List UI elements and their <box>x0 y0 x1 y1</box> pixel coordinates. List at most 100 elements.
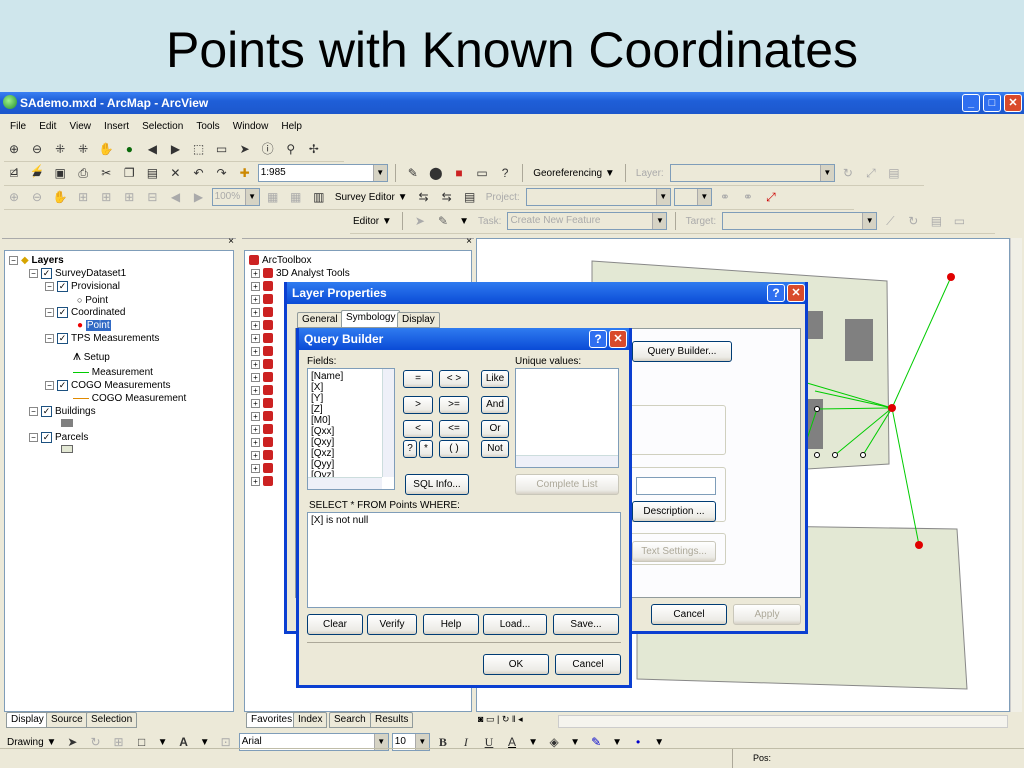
expand-icon[interactable]: + <box>251 346 260 356</box>
split-tool-icon[interactable]: ⟋ <box>882 213 898 229</box>
drawing-menu[interactable]: Drawing ▼ <box>7 737 56 748</box>
visibility-checkbox[interactable]: ✓ <box>57 333 68 344</box>
focus-data-frame-icon[interactable]: ▦ <box>288 189 304 205</box>
field-item[interactable]: [Name] <box>311 371 391 382</box>
toc-item-cogo-measurement[interactable]: COGO Measurement <box>73 393 186 405</box>
minimize-button[interactable]: _ <box>962 94 980 112</box>
toolbox-item[interactable]: + <box>251 385 276 397</box>
copy-icon[interactable]: ❐ <box>121 165 137 181</box>
add-data-icon[interactable]: ✚ <box>237 165 253 181</box>
layout-zoom-out-icon[interactable]: ⊖ <box>29 189 45 205</box>
paste-icon[interactable]: ▤ <box>144 165 160 181</box>
fixed-zoom-in-layout-icon[interactable]: ⊞ <box>121 189 137 205</box>
operator-not-equal-button[interactable]: < > <box>439 370 469 388</box>
close-button[interactable]: ✕ <box>1004 94 1022 112</box>
toolbox-item[interactable]: + <box>251 450 276 462</box>
toolbox-item-3d-analyst[interactable]: +3D Analyst Tools <box>251 268 350 280</box>
operator-or-button[interactable]: Or <box>481 420 509 438</box>
expand-icon[interactable]: + <box>251 294 260 304</box>
expand-icon[interactable]: + <box>251 268 260 278</box>
operator-parentheses-button[interactable]: ( ) <box>439 440 469 458</box>
toolbox-item[interactable]: + <box>251 424 276 436</box>
dialog-titlebar[interactable]: Query Builder ? ✕ <box>299 328 629 350</box>
operator-less-equal-button[interactable]: <= <box>439 420 469 438</box>
target-combo[interactable]: ▼ <box>722 212 878 230</box>
forward-icon[interactable]: ▶ <box>167 141 183 157</box>
expand-icon[interactable]: + <box>251 333 260 343</box>
toolbox-item[interactable]: + <box>251 476 276 488</box>
query-builder-button[interactable]: Query Builder... <box>632 341 732 362</box>
measurement-line[interactable] <box>891 276 952 409</box>
toc-item-setup[interactable]: ⩚ Setup <box>73 347 110 366</box>
operator-greater-button[interactable]: > <box>403 396 433 414</box>
operator-like-button[interactable]: Like <box>481 370 509 388</box>
text-settings-button[interactable]: Text Settings... <box>632 541 716 562</box>
building-polygon[interactable] <box>845 319 873 361</box>
find-icon[interactable]: ⚲ <box>283 141 299 157</box>
field-item[interactable]: [Z] <box>311 404 391 415</box>
survey-connect-icon[interactable]: ⚭ <box>740 189 756 205</box>
collapse-icon[interactable]: − <box>45 381 54 390</box>
collapse-icon[interactable]: − <box>45 282 54 291</box>
expand-icon[interactable]: + <box>251 320 260 330</box>
editor-toolbar-icon[interactable]: ✎ <box>405 165 421 181</box>
toolbox-close-icon[interactable]: × <box>466 236 472 247</box>
survey-compute-icon[interactable]: ⇆ <box>439 189 455 205</box>
toc-item-coordinated-point[interactable]: ● Point <box>77 320 111 332</box>
fixed-zoom-out-layout-icon[interactable]: ⊟ <box>144 189 160 205</box>
expand-icon[interactable]: + <box>251 463 260 473</box>
toolbox-item[interactable]: + <box>251 307 276 319</box>
expand-icon[interactable]: + <box>251 307 260 317</box>
tab-general[interactable]: General <box>297 312 343 328</box>
collapse-icon[interactable]: − <box>29 433 38 442</box>
save-button[interactable]: Save... <box>553 614 619 635</box>
toc-item-parcels[interactable]: − ✓ Parcels <box>29 432 88 444</box>
new-icon[interactable]: □ <box>6 165 22 181</box>
field-item[interactable]: [X] <box>311 382 391 393</box>
unique-values-list[interactable] <box>515 368 619 468</box>
undo-icon[interactable]: ↶ <box>191 165 207 181</box>
field-item[interactable]: [M0] <box>311 415 391 426</box>
fixed-zoom-in-icon[interactable]: ⁜ <box>52 141 68 157</box>
toggle-draft-icon[interactable]: ▦ <box>265 189 281 205</box>
menu-help[interactable]: Help <box>281 121 302 132</box>
verify-button[interactable]: Verify <box>367 614 417 635</box>
fill-color-dropdown[interactable]: ▼ <box>570 737 580 748</box>
help-icon[interactable]: ? <box>767 284 785 302</box>
building-polygon[interactable] <box>807 399 823 449</box>
toc-item-provisional[interactable]: − ✓ Provisional <box>45 281 120 293</box>
clear-button[interactable]: Clear <box>307 614 363 635</box>
fields-hscroll[interactable] <box>308 477 382 489</box>
layout-pan-icon[interactable]: ✋ <box>52 189 68 205</box>
edit-tool-icon[interactable]: ➤ <box>412 213 428 229</box>
menu-selection[interactable]: Selection <box>142 121 183 132</box>
visibility-checkbox[interactable]: ✓ <box>41 406 52 417</box>
command-line-icon[interactable]: ▭ <box>474 165 490 181</box>
survey-tool-icon[interactable]: ⇆ <box>416 189 432 205</box>
menu-view[interactable]: View <box>69 121 91 132</box>
expand-icon[interactable]: + <box>251 385 260 395</box>
editor-menu[interactable]: Editor ▼ <box>353 216 392 227</box>
whats-this-icon[interactable]: ? <box>497 165 513 181</box>
tab-results[interactable]: Results <box>370 712 414 728</box>
arccatalog-icon[interactable]: ⬤ <box>428 165 444 181</box>
unique-hscroll[interactable] <box>516 455 618 467</box>
rotate-icon[interactable]: ↻ <box>840 165 856 181</box>
load-button[interactable]: Load... <box>483 614 547 635</box>
expand-icon[interactable]: + <box>251 372 260 382</box>
full-extent-icon[interactable]: ● <box>121 141 137 157</box>
description-button[interactable]: Description ... <box>632 501 716 522</box>
toolbox-item[interactable]: + <box>251 359 276 371</box>
task-combo[interactable]: Create New Feature ▼ <box>507 212 668 230</box>
pan-icon[interactable]: ✋ <box>98 141 114 157</box>
visibility-checkbox[interactable]: ✓ <box>57 380 68 391</box>
open-icon[interactable]: ▰ <box>29 165 45 181</box>
menu-window[interactable]: Window <box>233 121 269 132</box>
arctoolbox-icon[interactable]: ■ <box>451 165 467 181</box>
toc-item-measurement[interactable]: Measurement <box>73 367 153 379</box>
where-clause-textarea[interactable]: [X] is not null <box>307 512 621 608</box>
attributes-icon[interactable]: ▤ <box>928 213 944 229</box>
survey-point-combo[interactable]: ▼ <box>673 188 712 206</box>
select-features-icon[interactable]: ⬚ <box>191 141 207 157</box>
map-vertical-scrollbar[interactable] <box>1010 238 1022 712</box>
